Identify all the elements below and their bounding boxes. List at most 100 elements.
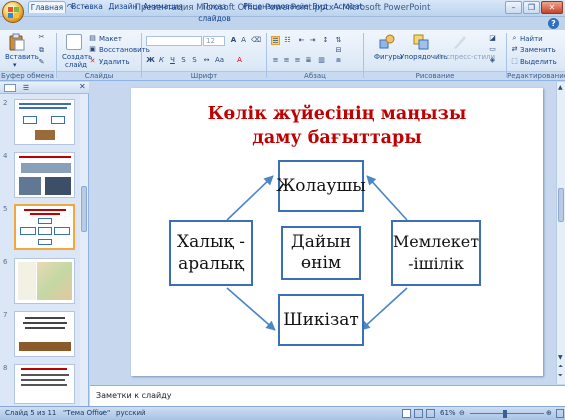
align-right-icon[interactable]: ≡	[293, 56, 302, 65]
tab-insert[interactable]: Вставка	[69, 1, 105, 13]
slide[interactable]: Көлік жүйесінің маңызы даму бағыттары Жо…	[131, 88, 543, 376]
reset-button[interactable]: Восстановить	[99, 46, 150, 54]
justify-icon[interactable]: ≣	[304, 56, 313, 65]
strike-icon[interactable]: S	[179, 56, 188, 65]
font-size-combo[interactable]: 12	[203, 36, 225, 46]
tab-animation[interactable]: Анимация	[141, 1, 185, 13]
thumbnail-number: 2	[3, 99, 8, 107]
shape-fill-icon[interactable]: ◪	[488, 34, 497, 43]
find-button[interactable]: Найти	[520, 35, 543, 43]
box-international[interactable]: Халық - аралық	[169, 220, 253, 286]
zoom-slider[interactable]	[470, 413, 544, 414]
shapes-button[interactable]: Фигуры	[374, 53, 402, 61]
layout-button[interactable]: Макет	[99, 35, 122, 43]
text-direction-icon[interactable]: ⇅	[334, 36, 343, 45]
italic-icon[interactable]: К	[157, 56, 166, 65]
restore-button[interactable]: ❐	[523, 1, 540, 14]
columns-icon[interactable]: ▥	[317, 56, 326, 65]
fit-to-window-icon[interactable]	[556, 409, 564, 418]
tab-design[interactable]: Дизайн	[107, 1, 139, 13]
format-painter-icon[interactable]: ✎	[37, 58, 46, 67]
align-text-icon[interactable]: ⊟	[334, 46, 343, 55]
tab-home[interactable]: Главная	[28, 1, 66, 13]
select-button[interactable]: Выделить	[520, 58, 557, 66]
numbering-icon[interactable]: ☷	[283, 36, 292, 45]
cut-icon[interactable]: ✂	[37, 33, 46, 42]
tab-acrobat[interactable]: Acrobat	[331, 1, 365, 13]
bold-icon[interactable]: Ж	[146, 56, 155, 65]
decrease-indent-icon[interactable]: ⇤	[297, 36, 306, 45]
quick-styles-icon[interactable]	[452, 34, 468, 50]
bullets-icon[interactable]: ☰	[271, 36, 280, 45]
minimize-button[interactable]: –	[505, 1, 522, 14]
zoom-slider-handle[interactable]	[503, 410, 507, 418]
group-label-slides: Слайды	[57, 71, 141, 80]
shape-effects-icon[interactable]: ◈	[488, 56, 497, 65]
shrink-font-icon[interactable]: A	[239, 36, 248, 45]
slides-tab-icon[interactable]	[4, 84, 16, 92]
copy-icon[interactable]: ⧉	[37, 46, 46, 55]
align-left-icon[interactable]: ≡	[271, 56, 280, 65]
slide-thumbnail[interactable]	[14, 99, 75, 145]
box-raw-materials[interactable]: Шикізат	[278, 294, 364, 346]
slideshow-view-icon[interactable]	[426, 409, 435, 418]
tab-review[interactable]: Рецензирование	[243, 1, 309, 13]
language-indicator[interactable]: русский	[116, 407, 146, 420]
change-case-icon[interactable]: Aa	[215, 56, 224, 65]
new-slide-button-line2[interactable]: слайд	[65, 61, 87, 69]
quick-styles-button[interactable]: Экспресс-стили	[437, 53, 495, 61]
new-slide-icon[interactable]	[66, 34, 82, 50]
underline-icon[interactable]: Ч	[168, 56, 177, 65]
tab-view[interactable]: Вид	[309, 1, 331, 13]
box-finished-product[interactable]: Дайын өнім	[281, 226, 361, 280]
paste-button[interactable]: Вставить	[5, 53, 39, 61]
tab-slideshow[interactable]: Показ слайдов	[187, 1, 242, 23]
font-color-icon[interactable]: A	[235, 56, 244, 65]
shape-outline-icon[interactable]: ▭	[488, 45, 497, 54]
scroll-up-icon[interactable]: ▲	[558, 84, 563, 91]
smartart-icon[interactable]: ⧈	[334, 56, 343, 65]
grow-font-icon[interactable]: A	[229, 36, 238, 45]
slide-thumbnail[interactable]	[14, 258, 75, 304]
thumbnail-number: 4	[3, 152, 8, 160]
scroll-down-icon[interactable]: ▼	[558, 354, 563, 361]
slide-thumbnail[interactable]	[14, 364, 75, 404]
close-panel-icon[interactable]: ✕	[79, 82, 86, 91]
paste-icon[interactable]	[9, 33, 25, 51]
next-slide-icon[interactable]: ⏷	[558, 372, 563, 380]
panel-scrollbar[interactable]	[80, 94, 88, 406]
box-raw-materials-label: Шикізат	[283, 310, 359, 330]
help-icon[interactable]: ?	[548, 18, 559, 29]
slide-thumbnail[interactable]	[14, 311, 75, 357]
spellcheck-icon[interactable]: ✔	[100, 407, 106, 420]
slide-scrollbar[interactable]: ▲ ▼ ⏶ ⏷	[556, 82, 565, 384]
scroll-thumb[interactable]	[558, 188, 564, 222]
box-domestic[interactable]: Мемлекет -ішілік	[391, 220, 481, 286]
shadow-icon[interactable]: S	[190, 56, 199, 65]
arrange-icon[interactable]	[413, 34, 429, 50]
normal-view-icon[interactable]	[402, 409, 411, 418]
align-center-icon[interactable]: ≡	[282, 56, 291, 65]
prev-slide-icon[interactable]: ⏶	[558, 363, 563, 371]
increase-indent-icon[interactable]: ⇥	[308, 36, 317, 45]
zoom-in-icon[interactable]: ⊕	[546, 407, 552, 420]
office-button[interactable]	[2, 1, 24, 23]
notes-pane[interactable]: Заметки к слайду	[90, 385, 565, 406]
zoom-level[interactable]: 61%	[440, 407, 456, 420]
outline-tab-icon[interactable]: ☰	[20, 84, 32, 92]
line-spacing-icon[interactable]: ↕	[321, 36, 330, 45]
replace-button[interactable]: Заменить	[520, 46, 556, 54]
slide-thumbnail[interactable]	[14, 152, 75, 198]
char-spacing-icon[interactable]: ↔	[202, 56, 211, 65]
paste-dropdown-icon[interactable]: ▾	[13, 61, 17, 69]
slide-thumbnail-selected[interactable]	[14, 204, 75, 250]
clear-format-icon[interactable]: ⌫	[251, 36, 261, 45]
font-name-combo[interactable]	[146, 36, 202, 46]
shapes-icon[interactable]	[379, 34, 395, 50]
slide-sorter-icon[interactable]	[414, 409, 423, 418]
zoom-out-icon[interactable]: ⊖	[459, 407, 465, 420]
reset-icon: ▣	[89, 45, 96, 53]
close-button[interactable]: ✕	[541, 1, 563, 14]
delete-button[interactable]: Удалить	[99, 58, 130, 66]
box-passenger[interactable]: Жолаушы	[276, 160, 366, 212]
